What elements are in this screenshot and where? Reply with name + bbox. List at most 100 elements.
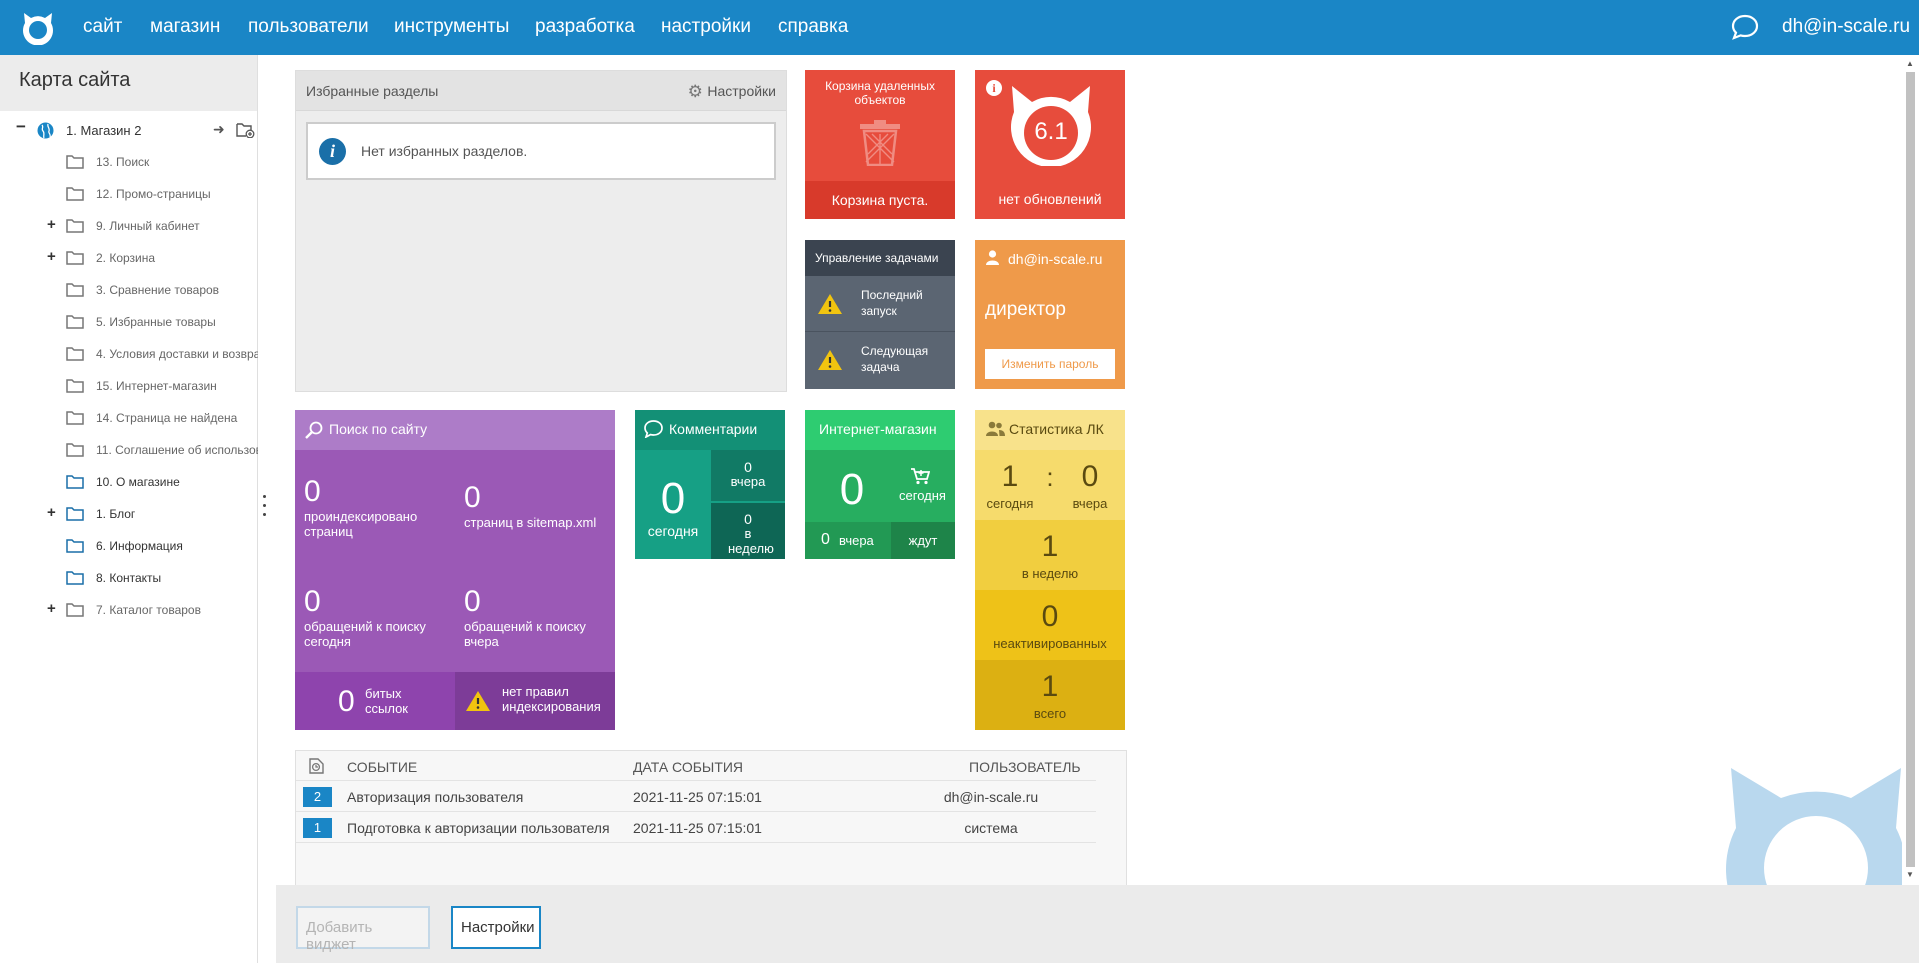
scroll-down-icon[interactable]: ▼ <box>1906 870 1914 879</box>
scrollbar-thumb[interactable] <box>1906 72 1915 867</box>
tasks-last-label: Последний запуск <box>861 288 923 318</box>
sidebar-tree-item[interactable]: +7. Каталог товаров <box>0 599 258 623</box>
add-widget-button[interactable]: Добавить виджет <box>296 906 430 953</box>
sidebar-tree-item[interactable]: 15. Интернет-магазин <box>0 375 258 399</box>
nav-shop[interactable]: магазин <box>150 16 220 38</box>
chat-icon[interactable] <box>1731 14 1759 40</box>
comments-yesterday: 0 вчера <box>711 450 785 502</box>
trash-widget[interactable]: Корзина удаленных объектов Корзина пуста… <box>805 70 955 219</box>
sidebar-tree-item[interactable]: 6. Информация <box>0 535 258 559</box>
expand-icon[interactable]: + <box>47 504 56 521</box>
nav-help[interactable]: справка <box>778 16 848 38</box>
add-folder-icon[interactable] <box>236 122 255 138</box>
expand-icon[interactable]: + <box>47 216 56 233</box>
col-event: СОБЫТИЕ <box>347 759 418 775</box>
sidebar-tree-item[interactable]: 10. О магазине <box>0 471 258 495</box>
broken-links-stat[interactable]: 0 битых ссылок <box>295 672 455 730</box>
trash-icon <box>860 120 900 166</box>
stats-inactive: 0 неактивированных <box>975 590 1125 660</box>
expand-icon[interactable]: + <box>47 248 56 265</box>
nav-users[interactable]: пользователи <box>248 16 369 38</box>
stats-inactive-value: 0 <box>1041 600 1059 633</box>
sitemap-value: 0 <box>464 481 481 514</box>
tasks-title: Управление задачами <box>805 240 955 276</box>
sidebar-tree-item[interactable]: 13. Поиск <box>0 151 258 175</box>
nav-development[interactable]: разработка <box>535 16 635 38</box>
settings-button[interactable]: Настройки <box>451 906 541 949</box>
main-scrollbar[interactable]: ▲ ▼ <box>1902 55 1919 885</box>
folder-icon <box>66 155 84 169</box>
nav-tools[interactable]: инструменты <box>394 16 509 38</box>
scroll-up-icon[interactable]: ▲ <box>1906 59 1914 68</box>
folder-icon <box>66 251 84 265</box>
cat-logo-icon[interactable] <box>20 9 56 45</box>
user-icon <box>986 250 999 265</box>
expand-icon[interactable]: + <box>47 600 56 617</box>
users-icon <box>986 421 1005 436</box>
sidebar-tree-item[interactable]: +1. Блог <box>0 503 258 527</box>
sidebar-tree-item[interactable]: 3. Сравнение товаров <box>0 279 258 303</box>
user-menu[interactable]: dh@in-scale.ru <box>1782 16 1910 38</box>
table-row[interactable]: 1 Подготовка к авторизации пользователя … <box>296 812 1096 843</box>
shop-today-value: 0 <box>839 465 865 514</box>
search-yesterday-value: 0 <box>464 585 481 618</box>
version-number: 6.1 <box>1034 118 1068 145</box>
table-row[interactable]: 2 Авторизация пользователя 2021-11-25 07… <box>296 781 1096 812</box>
stats-widget[interactable]: Статистика ЛК 1 сегодня : 0 вчера 1 в не… <box>975 410 1125 730</box>
comments-title: Комментарии <box>669 421 758 437</box>
row-date: 2021-11-25 07:15:01 <box>633 820 762 836</box>
sidebar-tree-item[interactable]: 4. Условия доставки и возврата <box>0 343 258 367</box>
broken-label: битых ссылок <box>365 686 408 716</box>
comments-today-label: сегодня <box>647 523 699 539</box>
sidebar-tree-item-label: 8. Контакты <box>96 571 162 585</box>
stats-inactive-label: неактивированных <box>993 636 1107 651</box>
row-user: dh@in-scale.ru <box>943 789 1039 805</box>
sidebar-tree-item-label: 7. Каталог товаров <box>96 603 201 617</box>
sitemap-pages-stat: 0 страниц в sitemap.xml <box>464 483 609 531</box>
indexing-rules-stat[interactable]: нет правил индексирования <box>455 672 615 730</box>
tree-root[interactable]: − 1. Магазин 2 ➜ <box>0 119 258 143</box>
search-today-label: обращений к поиску сегодня <box>304 619 426 649</box>
sidebar-tree-item[interactable]: 8. Контакты <box>0 567 258 591</box>
sidebar-tree-item[interactable]: +9. Личный кабинет <box>0 215 258 239</box>
globe-icon <box>37 122 54 139</box>
nav-site[interactable]: сайт <box>83 16 122 38</box>
sidebar-tree-item-label: 5. Избранные товары <box>96 315 216 329</box>
nav-settings[interactable]: настройки <box>661 16 751 38</box>
sidebar-tree-item-label: 10. О магазине <box>96 475 180 489</box>
comments-today-value: 0 <box>660 474 686 523</box>
stats-today-value: 1 <box>1001 460 1019 493</box>
search-today-value: 0 <box>304 585 321 618</box>
sidebar-tree-item[interactable]: 14. Страница не найдена <box>0 407 258 431</box>
comments-widget[interactable]: Комментарии 0 сегодня 0 вчера 0 в неделю <box>635 410 785 559</box>
sidebar-tree-item[interactable]: 5. Избранные товары <box>0 311 258 335</box>
row-event: Авторизация пользователя <box>347 789 524 805</box>
sidebar-tree-item[interactable]: 11. Соглашение об использовании <box>0 439 258 463</box>
favorites-settings-button[interactable]: ⚙ Настройки <box>688 81 776 101</box>
warning-icon <box>818 350 842 370</box>
sidebar-tree-item-label: 6. Информация <box>96 539 183 553</box>
shop-widget[interactable]: Интернет-магазин 0 сегодня 0 вчера ждут <box>805 410 955 559</box>
broken-value: 0 <box>338 685 355 718</box>
search-title: Поиск по сайту <box>329 421 428 437</box>
indexed-label: проиндексировано страниц <box>304 509 418 539</box>
sidebar-tree-item-label: 14. Страница не найдена <box>96 411 238 425</box>
folder-icon <box>66 315 84 329</box>
favorites-empty-text: Нет избранных разделов. <box>361 143 528 159</box>
stats-week-value: 1 <box>1041 530 1059 563</box>
arrow-right-icon[interactable]: ➜ <box>213 121 225 138</box>
updates-status: нет обновлений <box>998 191 1102 207</box>
sidebar-resize-handle[interactable] <box>263 495 267 527</box>
search-widget[interactable]: Поиск по сайту 0 проиндексировано страни… <box>295 410 615 730</box>
trash-status: Корзина пуста. <box>805 181 955 219</box>
sidebar-tree-item[interactable]: 12. Промо-страницы <box>0 183 258 207</box>
sidebar-tree-item[interactable]: +2. Корзина <box>0 247 258 271</box>
collapse-icon[interactable]: − <box>16 119 26 137</box>
stats-yesterday-label: вчера <box>1072 496 1108 511</box>
updates-widget[interactable]: i 6.1 нет обновлений <box>975 70 1125 219</box>
change-password-button[interactable]: Изменить пароль <box>985 349 1115 379</box>
folder-icon <box>66 539 84 553</box>
favorites-widget: Избранные разделы ⚙ Настройки i Нет избр… <box>295 70 787 392</box>
folder-icon <box>66 603 84 617</box>
tasks-widget[interactable]: Управление задачами Последний запуск Сле… <box>805 240 955 389</box>
